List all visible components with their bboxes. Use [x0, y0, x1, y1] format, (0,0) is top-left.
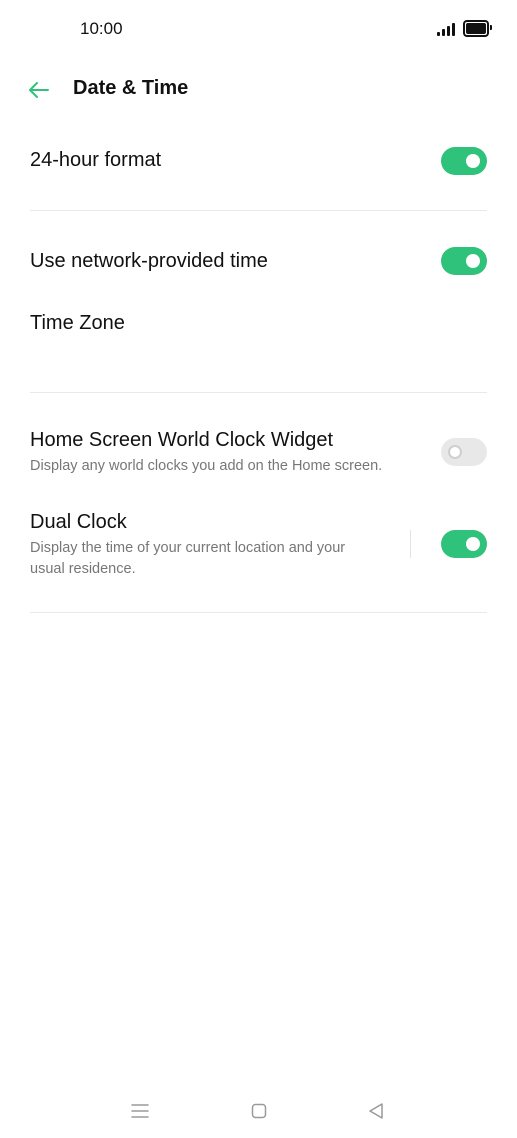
divider: [30, 612, 487, 613]
dual-clock-toggle[interactable]: [441, 530, 487, 558]
recent-apps-button[interactable]: [127, 1098, 153, 1124]
menu-icon: [131, 1104, 149, 1118]
setting-title: Time Zone: [30, 312, 125, 334]
network-time-toggle[interactable]: [441, 247, 487, 275]
home-square-icon: [251, 1103, 267, 1119]
back-nav-button[interactable]: [363, 1098, 389, 1124]
divider: [30, 210, 487, 211]
vertical-separator: [410, 530, 411, 558]
toggle-knob: [466, 537, 480, 551]
page-title: Date & Time: [73, 77, 189, 99]
setting-network-time[interactable]: Use network-provided time: [30, 249, 487, 273]
24-hour-format-toggle[interactable]: [441, 147, 487, 175]
signal-icon: [437, 22, 455, 36]
back-triangle-icon: [369, 1103, 383, 1119]
system-nav-bar: [0, 1090, 517, 1130]
world-clock-widget-toggle[interactable]: [441, 438, 487, 466]
setting-title: Dual Clock: [30, 511, 127, 533]
arrow-left-icon: [29, 82, 49, 98]
setting-time-zone[interactable]: Time Zone: [30, 311, 487, 335]
status-time: 10:00: [80, 19, 123, 38]
toggle-knob: [466, 254, 480, 268]
toggle-knob: [466, 154, 480, 168]
battery-icon: [463, 20, 492, 37]
setting-title: Use network-provided time: [30, 250, 268, 272]
setting-world-clock-widget[interactable]: Home Screen World Clock Widget Display a…: [30, 428, 487, 477]
setting-24-hour-format[interactable]: 24-hour format: [30, 148, 487, 172]
toggle-knob: [448, 445, 462, 459]
home-button[interactable]: [246, 1098, 272, 1124]
status-bar: 10:00: [0, 0, 517, 60]
setting-title: 24-hour format: [30, 149, 162, 171]
setting-dual-clock[interactable]: Dual Clock Display the time of your curr…: [30, 510, 487, 580]
setting-subtitle-line-2: usual residence.: [30, 561, 136, 577]
app-bar: Date & Time: [0, 60, 517, 118]
back-button[interactable]: [24, 75, 54, 105]
setting-subtitle-line-1: Display the time of your current locatio…: [30, 540, 346, 556]
setting-title: Home Screen World Clock Widget: [30, 429, 334, 451]
divider: [30, 392, 487, 393]
setting-subtitle: Display any world clocks you add on the …: [30, 458, 383, 474]
status-icons: [437, 20, 492, 37]
